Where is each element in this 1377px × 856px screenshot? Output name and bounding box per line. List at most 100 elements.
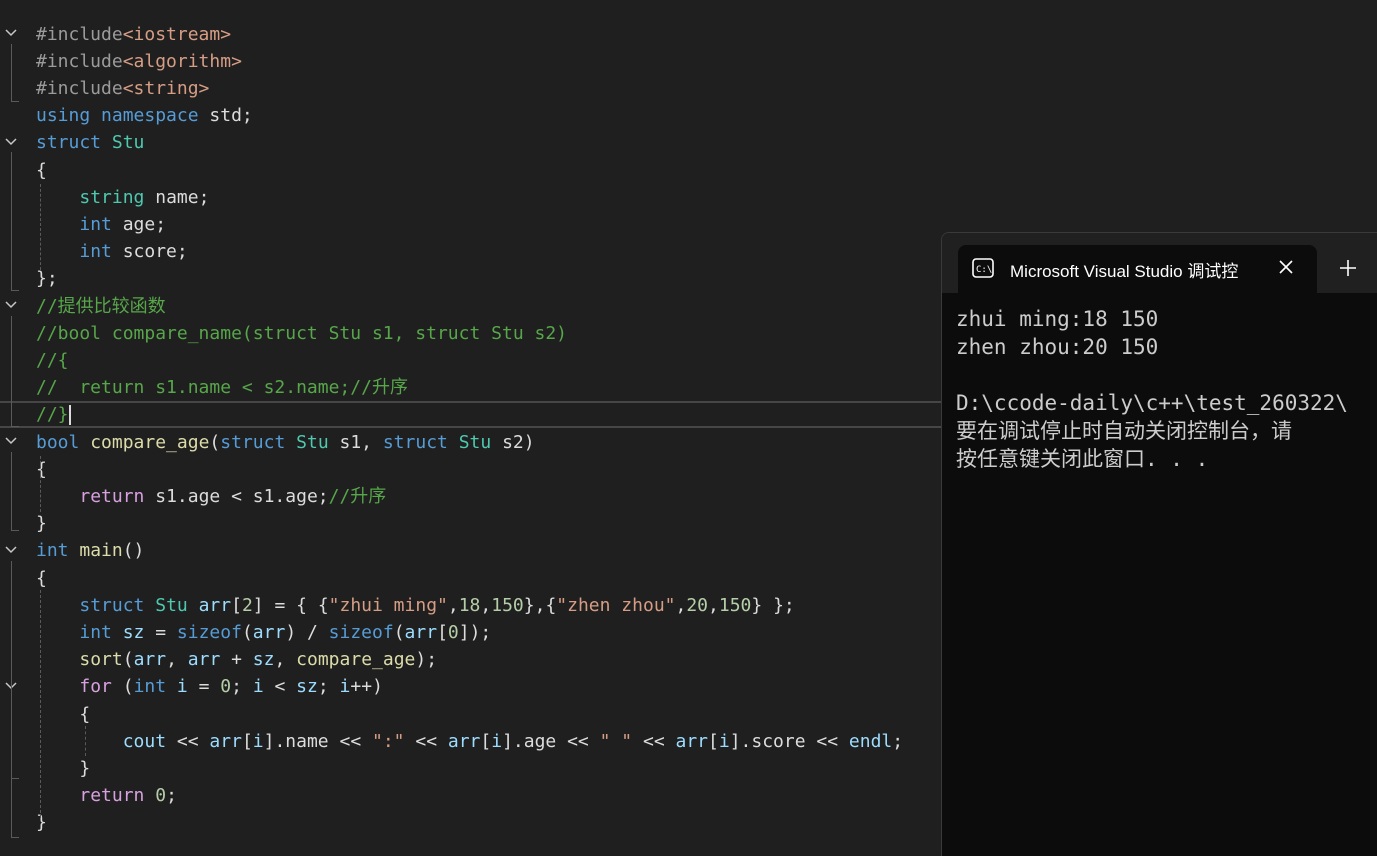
code-text: #include<string> bbox=[36, 75, 209, 102]
code-token: s2) bbox=[491, 431, 535, 453]
outline-guide bbox=[11, 44, 12, 101]
code-text: } bbox=[36, 755, 90, 782]
code-token: arr bbox=[404, 621, 438, 643]
code-token: sz bbox=[296, 676, 318, 698]
code-token: 20 bbox=[686, 594, 709, 616]
debug-console-window[interactable]: C:\ Microsoft Visual Studio 调试控 zhui min… bbox=[941, 232, 1377, 856]
code-token: i bbox=[176, 676, 188, 698]
indent-guide bbox=[40, 184, 41, 270]
code-text: int main() bbox=[36, 537, 144, 564]
code-line[interactable]: using namespace std; bbox=[0, 102, 1377, 129]
code-text: //bool compare_name(struct Stu s1, struc… bbox=[36, 320, 567, 347]
close-icon[interactable] bbox=[1278, 259, 1294, 280]
console-tab[interactable]: C:\ Microsoft Visual Studio 调试控 bbox=[958, 245, 1317, 293]
code-line[interactable]: { bbox=[0, 157, 1377, 184]
code-token: [ bbox=[708, 730, 719, 752]
code-text: bool compare_age(struct Stu s1, struct S… bbox=[36, 429, 535, 456]
code-token: int bbox=[79, 241, 112, 263]
code-token: cout bbox=[122, 730, 167, 752]
console-tab-title: Microsoft Visual Studio 调试控 bbox=[1010, 262, 1239, 281]
code-token: 150 bbox=[491, 594, 524, 616]
code-text: } bbox=[36, 510, 47, 537]
code-text: //提供比较函数 bbox=[36, 293, 166, 320]
code-token: ( bbox=[393, 621, 405, 643]
code-text: // return s1.name < s2.name;//升序 bbox=[36, 374, 408, 401]
outline-guide-end bbox=[11, 290, 19, 291]
fold-chevron-icon[interactable] bbox=[5, 27, 17, 39]
code-token: i bbox=[252, 676, 264, 698]
code-token: age; bbox=[111, 213, 167, 235]
code-token: arr bbox=[209, 730, 242, 752]
fold-chevron-icon[interactable] bbox=[5, 544, 17, 556]
code-token: arr bbox=[252, 621, 286, 643]
outline-guide bbox=[11, 698, 12, 778]
code-token: int bbox=[133, 676, 167, 698]
plus-icon[interactable] bbox=[1339, 259, 1357, 282]
code-token: } }; bbox=[751, 594, 795, 616]
code-token: s1, bbox=[328, 431, 383, 453]
code-token: { bbox=[36, 458, 47, 480]
code-token: << bbox=[404, 730, 448, 752]
code-line[interactable]: #include<algorithm> bbox=[0, 48, 1377, 75]
code-text: //} bbox=[36, 403, 71, 426]
code-token: int bbox=[79, 621, 112, 643]
code-text: int score; bbox=[36, 238, 187, 265]
code-token: 0 bbox=[155, 785, 167, 807]
code-token: return bbox=[79, 485, 145, 507]
fold-chevron-icon[interactable] bbox=[5, 435, 17, 447]
fold-chevron-icon[interactable] bbox=[5, 299, 17, 311]
fold-chevron-icon[interactable] bbox=[5, 136, 17, 148]
code-token: sort bbox=[79, 649, 123, 671]
code-text: int age; bbox=[36, 211, 166, 238]
code-token: "zhen zhou" bbox=[556, 594, 676, 616]
code-token: [ bbox=[437, 621, 448, 643]
code-text: { bbox=[36, 157, 47, 184]
code-line[interactable]: struct Stu bbox=[0, 129, 1377, 156]
code-token: ]); bbox=[458, 621, 492, 643]
code-token: ].age << bbox=[502, 730, 600, 752]
code-token: ( bbox=[241, 621, 253, 643]
code-token: i bbox=[718, 730, 730, 752]
code-token: } bbox=[36, 513, 47, 535]
code-token: , bbox=[675, 594, 687, 616]
code-token: arr bbox=[447, 730, 481, 752]
outline-guide-end bbox=[11, 778, 19, 779]
outline-guide-end bbox=[11, 426, 19, 427]
code-line[interactable]: string name; bbox=[0, 184, 1377, 211]
code-token: string bbox=[79, 186, 145, 208]
code-line[interactable]: #include<iostream> bbox=[0, 21, 1377, 48]
code-token: ].score << bbox=[729, 730, 849, 752]
code-token: , bbox=[480, 594, 492, 616]
code-token: Stu bbox=[458, 431, 492, 453]
terminal-icon: C:\ bbox=[972, 258, 994, 283]
console-output: zhui ming:18 150 zhen zhou:20 150 D:\cco… bbox=[956, 307, 1348, 471]
code-token: struct bbox=[79, 594, 145, 616]
code-text: string name; bbox=[36, 184, 209, 211]
code-token: for bbox=[79, 676, 112, 698]
code-token: arr bbox=[187, 649, 221, 671]
code-token: < bbox=[263, 676, 297, 698]
code-text: #include<algorithm> bbox=[36, 48, 242, 75]
code-token: sizeof bbox=[328, 621, 394, 643]
code-text: return 0; bbox=[36, 782, 177, 809]
code-token: + bbox=[220, 649, 253, 671]
code-token: //bool compare_name(struct Stu s1, struc… bbox=[36, 322, 568, 344]
code-token: 18 bbox=[458, 594, 481, 616]
code-token: Stu bbox=[296, 431, 329, 453]
code-token: main bbox=[79, 540, 123, 562]
code-line[interactable]: #include<string> bbox=[0, 75, 1377, 102]
code-token: name; bbox=[144, 186, 210, 208]
indent-guide bbox=[40, 590, 41, 818]
code-text: #include<iostream> bbox=[36, 21, 231, 48]
console-titlebar[interactable]: C:\ Microsoft Visual Studio 调试控 bbox=[942, 233, 1377, 293]
